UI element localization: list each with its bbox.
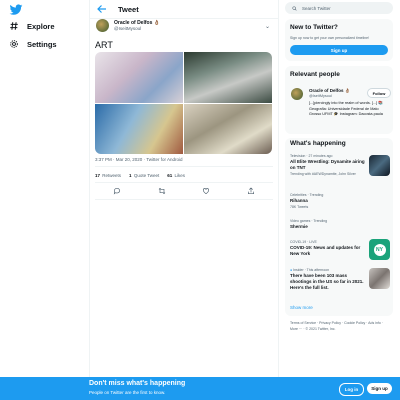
login-button[interactable]: Log in [339, 383, 364, 396]
banner-subtitle: People on Twitter are the first to know. [89, 390, 166, 395]
relevant-people-title: Relevant people [290, 71, 340, 78]
tweet-media-grid [95, 52, 272, 154]
tweet-photo-1[interactable] [95, 52, 183, 103]
trend-thumbnail[interactable] [369, 268, 390, 289]
trend-title: Rihanna [290, 198, 308, 203]
tweet-photo-3[interactable] [95, 103, 183, 154]
divider [95, 182, 273, 183]
nav-explore-label: Explore [27, 21, 55, 31]
footer-links[interactable]: Terms of Service · Privacy Policy · Cook… [290, 320, 388, 332]
trend-meta: COVID-19 · LIVE [290, 240, 317, 244]
left-sidebar: Explore Settings [0, 0, 89, 400]
trend-meta: Celebrities · Trending [290, 193, 324, 197]
like-icon[interactable] [202, 187, 210, 195]
new-to-twitter-title: New to Twitter? [290, 24, 338, 31]
search-icon [292, 5, 297, 11]
trend-title: Shermie [290, 224, 308, 229]
retweets-count: 17 [95, 173, 101, 178]
likes-label: Likes [174, 173, 186, 178]
quotes-label: Quote Tweet [133, 173, 160, 178]
retweets-stat[interactable]: 17 Retweets [95, 173, 121, 178]
new-to-twitter-subtitle: Sign up now to get your own personalized… [290, 36, 369, 40]
tweet-text: ART [95, 40, 113, 50]
tweet-photo-2[interactable] [184, 52, 272, 103]
nav-settings[interactable]: Settings [9, 39, 57, 49]
trend-title: There have been 103 mass shootings in th… [290, 273, 364, 290]
nav-settings-label: Settings [27, 39, 57, 49]
relevant-bio: [...]piercingly into the realm of words.… [309, 101, 383, 116]
chevron-down-icon[interactable]: ⌄ [265, 23, 270, 30]
trend-item[interactable]: Video games · Trending Shermie [290, 219, 388, 230]
back-arrow-icon[interactable] [96, 3, 108, 15]
quotes-count: 1 [129, 173, 132, 178]
new-to-twitter-box: New to Twitter? Sign up now to get your … [285, 19, 393, 61]
avatar[interactable] [291, 88, 303, 100]
trend-sub: 78K Tweets [290, 205, 309, 209]
trend-thumbnail[interactable] [369, 155, 390, 176]
likes-count: 61 [167, 173, 173, 178]
reply-icon[interactable] [113, 187, 121, 195]
likes-stat[interactable]: 61 Likes [167, 173, 185, 178]
search-input[interactable]: Search Twitter [285, 2, 393, 14]
trend-item[interactable]: COVID-19 · LIVE COVID-19: News and updat… [290, 240, 368, 257]
whats-happening-title: What's happening [290, 140, 346, 147]
trend-title: COVID-19: News and updates for New York [290, 245, 361, 256]
trend-meta: Video games · Trending [290, 219, 328, 223]
signup-button[interactable]: Sign up [367, 383, 392, 394]
banner-title: Don't miss what's happening [89, 380, 186, 387]
trend-meta: ● Insider · This afternoon [290, 268, 330, 272]
trend-item[interactable]: Celebrities · Trending Rihanna 78K Tweet… [290, 193, 388, 210]
author-handle[interactable]: @IseitMysoul [114, 26, 160, 31]
divider [95, 166, 273, 167]
show-more-link[interactable]: Show more [290, 305, 313, 310]
divider [95, 199, 273, 200]
hashtag-icon [10, 22, 18, 30]
share-icon[interactable] [247, 187, 255, 195]
tweet-author: Oracle of Delfos 👌🏽 @IseitMysoul [96, 19, 160, 32]
trend-title: All Elite Wrestling: Dynamite airing on … [290, 159, 365, 170]
tweet-stats: 17 Retweets 1 Quote Tweet 61 Likes [95, 173, 185, 178]
quotes-stat[interactable]: 1 Quote Tweet [129, 173, 159, 178]
trend-item[interactable]: ● Insider · This afternoon There have be… [290, 268, 368, 291]
page-title: Tweet [118, 4, 139, 14]
trend-item[interactable]: Television · 27 minutes ago All Elite Wr… [290, 154, 368, 177]
gear-icon [10, 40, 18, 48]
signup-button[interactable]: Sign up [290, 45, 388, 55]
retweet-icon[interactable] [158, 187, 166, 195]
trend-sub: Trending with #AEWDynamite, John Silver [290, 172, 356, 176]
nav-explore[interactable]: Explore [9, 21, 55, 31]
relevant-people-box: Relevant people [285, 66, 393, 134]
relevant-handle[interactable]: @IseitMysoul [309, 94, 350, 98]
retweets-label: Retweets [102, 173, 122, 178]
covid-badge-icon[interactable]: NY [369, 239, 390, 260]
trend-meta-text: Insider · This afternoon [293, 268, 330, 272]
follow-button[interactable]: Follow [367, 88, 391, 98]
tweet-timestamp[interactable]: 3:37 PM · Mar 20, 2020 · Twitter for And… [95, 157, 182, 162]
tweet-column: Tweet Oracle of Delfos 👌🏽 @IseitMysoul ⌄… [89, 0, 279, 400]
tweet-actions [95, 187, 273, 195]
twitter-logo-icon[interactable] [9, 3, 23, 17]
tweet-photo-4[interactable] [184, 103, 272, 154]
avatar[interactable] [96, 19, 109, 32]
search-placeholder: Search Twitter [302, 5, 331, 11]
login-banner: Don't miss what's happening People on Tw… [0, 377, 400, 400]
trend-meta: Television · 27 minutes ago [290, 154, 333, 158]
tweet-header: Tweet [90, 0, 278, 19]
